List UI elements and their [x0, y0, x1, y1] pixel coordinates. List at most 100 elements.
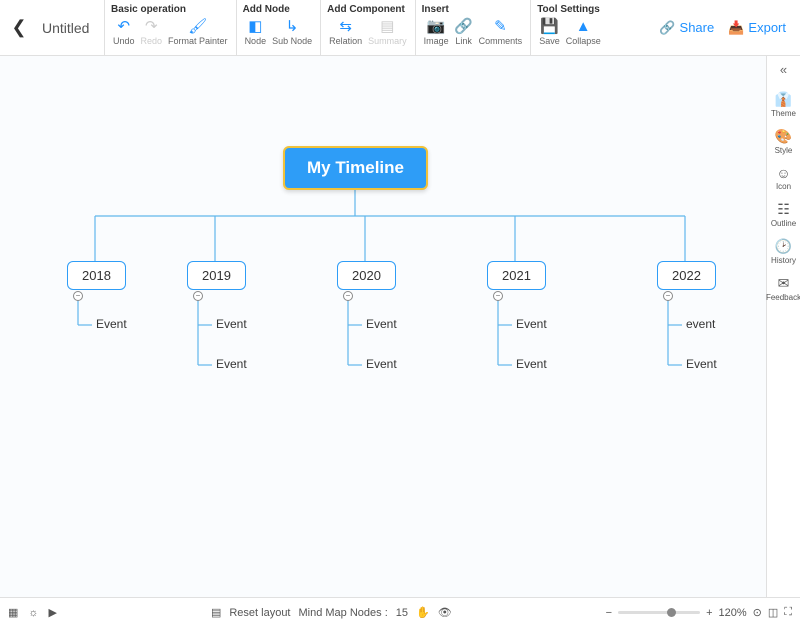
relation-button[interactable]: ⇆ Relation [327, 17, 364, 46]
theme-icon: 👔 [775, 91, 792, 108]
style-tab[interactable]: 🎨Style [775, 128, 793, 155]
history-tab[interactable]: 🕑History [771, 238, 796, 265]
leaf-node[interactable]: Event [366, 357, 397, 371]
node-button[interactable]: ◧ Node [243, 17, 269, 46]
node-icon: ◧ [246, 17, 264, 35]
collapse-handle[interactable]: − [73, 291, 83, 301]
group-basic-operation: Basic operation ↶ Undo ↷ Redo 🖌 Format P… [104, 0, 236, 55]
undo-icon: ↶ [115, 17, 133, 35]
image-button[interactable]: 📷 Image [422, 17, 451, 46]
redo-button[interactable]: ↷ Redo [139, 17, 165, 46]
zoom-slider[interactable] [618, 611, 700, 614]
feedback-tab[interactable]: ✉Feedback [766, 275, 800, 302]
zoom-in-button[interactable]: + [706, 607, 712, 619]
comments-button[interactable]: ✎ Comments [477, 17, 525, 46]
group-insert-label: Insert [422, 4, 525, 15]
year-node[interactable]: 2019 [187, 261, 246, 290]
leaf-node[interactable]: Event [216, 317, 247, 331]
statusbar: ▦ ☼ ▶ ▤ Reset layout Mind Map Nodes : 15… [0, 597, 800, 627]
export-button[interactable]: 📥 Export [728, 20, 786, 36]
link-button[interactable]: 🔗 Link [453, 17, 475, 46]
relation-icon: ⇆ [337, 17, 355, 35]
feedback-icon: ✉ [778, 275, 790, 292]
group-add-component: Add Component ⇆ Relation ▤ Summary [320, 0, 415, 55]
nodecount-label: Mind Map Nodes : [299, 607, 388, 619]
fit-center-button[interactable]: ⊙ [753, 606, 762, 619]
icon-tab[interactable]: ☺Icon [776, 165, 791, 191]
group-add-node: Add Node ◧ Node ↳ Sub Node [236, 0, 321, 55]
leaf-node[interactable]: event [686, 317, 715, 331]
export-label: Export [748, 20, 786, 35]
panel-collapse-button[interactable]: « [780, 62, 787, 77]
nodecount-value: 15 [396, 607, 408, 619]
presentation-button[interactable]: ▶ [49, 606, 57, 619]
toolbar-right: 🔗 Share 📥 Export [659, 0, 796, 55]
year-node[interactable]: 2020 [337, 261, 396, 290]
root-node[interactable]: My Timeline [283, 146, 428, 190]
toolbar-spacer [609, 0, 660, 55]
summary-icon: ▤ [378, 17, 396, 35]
statusbar-right: − + 120% ⊙ ◫ ⛶ [606, 606, 792, 619]
fullscreen-button[interactable]: ⛶ [784, 606, 792, 619]
theme-dark-toggle[interactable]: ☼ [28, 607, 38, 619]
redo-icon: ↷ [142, 17, 160, 35]
style-icon: 🎨 [775, 128, 792, 145]
group-tool-settings: Tool Settings 💾 Save ▲ Collapse [530, 0, 609, 55]
collapse-handle[interactable]: − [493, 291, 503, 301]
leaf-node[interactable]: Event [366, 317, 397, 331]
summary-button[interactable]: ▤ Summary [366, 17, 409, 46]
right-panel: « 👔Theme 🎨Style ☺Icon ☷Outline 🕑History … [766, 56, 800, 597]
collapse-handle[interactable]: − [193, 291, 203, 301]
toolbar: ❮ Untitled Basic operation ↶ Undo ↷ Redo… [0, 0, 800, 56]
outline-icon: ☷ [777, 201, 790, 218]
export-icon: 📥 [728, 20, 744, 36]
image-icon: 📷 [427, 17, 445, 35]
share-label: Share [680, 20, 715, 35]
hand-tool[interactable]: ✋ [416, 606, 430, 619]
group-insert: Insert 📷 Image 🔗 Link ✎ Comments [415, 0, 531, 55]
reset-layout-icon[interactable]: ▤ [211, 606, 221, 619]
undo-button[interactable]: ↶ Undo [111, 17, 137, 46]
outline-tab[interactable]: ☷Outline [771, 201, 796, 228]
save-button[interactable]: 💾 Save [537, 17, 562, 46]
view-toggle[interactable]: 👁 [438, 606, 452, 619]
icon-icon: ☺ [776, 165, 790, 181]
year-node[interactable]: 2022 [657, 261, 716, 290]
group-basic-label: Basic operation [111, 4, 230, 15]
history-icon: 🕑 [775, 238, 792, 255]
collapse-button[interactable]: ▲ Collapse [564, 17, 603, 46]
leaf-node[interactable]: Event [96, 317, 127, 331]
zoom-slider-thumb[interactable] [667, 608, 676, 617]
leaf-node[interactable]: Event [516, 317, 547, 331]
leaf-node[interactable]: Event [516, 357, 547, 371]
zoom-value: 120% [719, 607, 747, 619]
save-icon: 💾 [540, 17, 558, 35]
theme-tab[interactable]: 👔Theme [771, 91, 796, 118]
collapse-handle[interactable]: − [343, 291, 353, 301]
collapse-handle[interactable]: − [663, 291, 673, 301]
canvas[interactable]: My Timeline2018−Event2019−EventEvent2020… [0, 56, 766, 597]
leaf-node[interactable]: Event [686, 357, 717, 371]
year-node[interactable]: 2018 [67, 261, 126, 290]
format-painter-button[interactable]: 🖌 Format Painter [166, 17, 230, 46]
document-title[interactable]: Untitled [34, 0, 104, 55]
reset-layout-button[interactable]: Reset layout [229, 607, 290, 619]
share-icon: 🔗 [659, 20, 675, 36]
subnode-button[interactable]: ↳ Sub Node [270, 17, 314, 46]
fit-screen-button[interactable]: ◫ [768, 606, 778, 619]
group-addcomponent-label: Add Component [327, 4, 409, 15]
group-tool-label: Tool Settings [537, 4, 603, 15]
share-button[interactable]: 🔗 Share [659, 20, 714, 36]
group-addnode-label: Add Node [243, 4, 315, 15]
grid-toggle[interactable]: ▦ [8, 606, 18, 619]
leaf-node[interactable]: Event [216, 357, 247, 371]
year-node[interactable]: 2021 [487, 261, 546, 290]
statusbar-left: ▦ ☼ ▶ [8, 606, 57, 619]
collapse-icon: ▲ [574, 17, 592, 35]
statusbar-center: ▤ Reset layout Mind Map Nodes : 15 ✋ 👁 [57, 606, 606, 619]
zoom-out-button[interactable]: − [606, 607, 612, 619]
subnode-icon: ↳ [283, 17, 301, 35]
link-icon: 🔗 [455, 17, 473, 35]
comments-icon: ✎ [491, 17, 509, 35]
back-button[interactable]: ❮ [4, 0, 34, 55]
